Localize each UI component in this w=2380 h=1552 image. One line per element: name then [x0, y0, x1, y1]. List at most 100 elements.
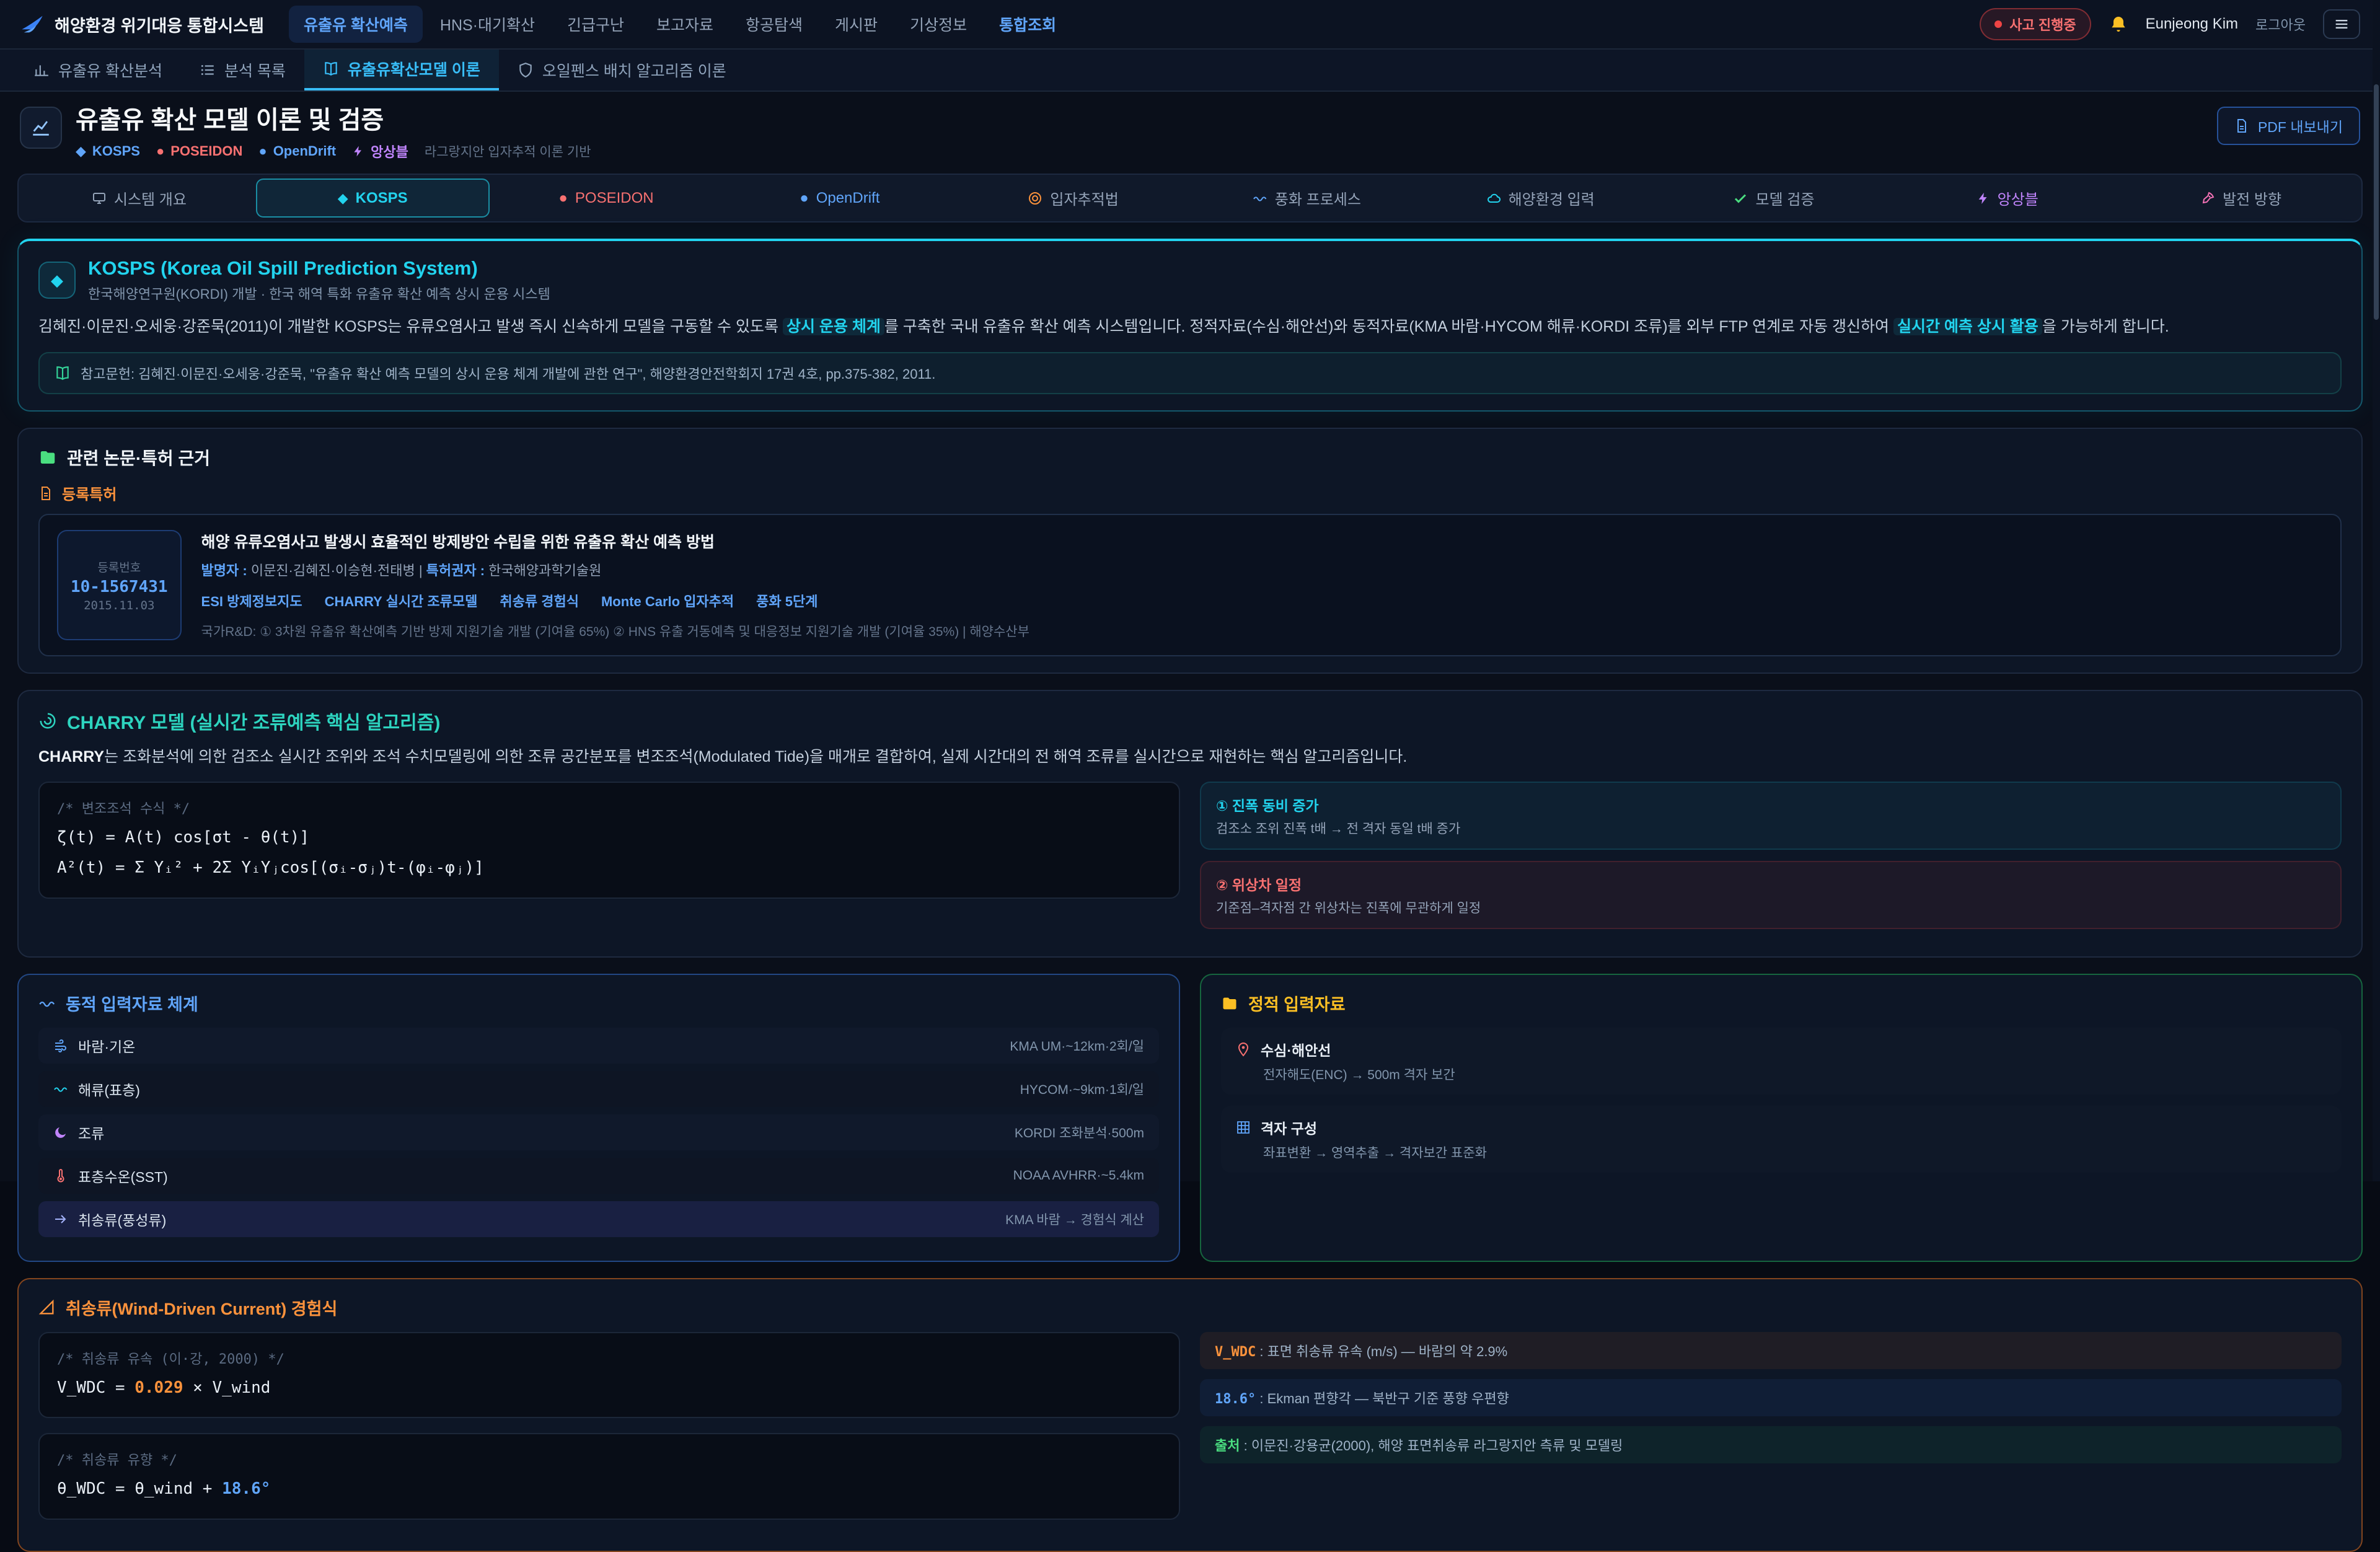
wave-icon [53, 1082, 68, 1096]
dot-icon: ● [558, 190, 568, 207]
menu-item-board[interactable]: 게시판 [820, 6, 892, 43]
main-menu: 유출유 확산예측 HNS·대기확산 긴급구난 보고자료 항공탐색 게시판 기상정… [289, 6, 1071, 43]
input-data-columns: 동적 입력자료 체계 바람·기온 KMA UM·~12km·2회/일 해류(표층… [17, 974, 2363, 1262]
tab-poseidon[interactable]: ●POSEIDON [490, 179, 723, 218]
pin-icon [1236, 1042, 1251, 1057]
registration-date: 2015.11.03 [84, 599, 154, 612]
menu-item-weather[interactable]: 기상정보 [895, 6, 982, 43]
tab-weathering-process[interactable]: 풍화 프로세스 [1190, 179, 1424, 218]
document-icon [38, 486, 53, 501]
pdf-export-button[interactable]: PDF 내보내기 [2217, 107, 2360, 145]
subtab-oil-fence-algorithm[interactable]: 오일펜스 배치 알고리즘 이론 [499, 50, 745, 90]
bolt-icon [1977, 192, 1990, 205]
monitor-icon [92, 191, 107, 206]
tab-opendrift[interactable]: ●OpenDrift [723, 179, 956, 218]
wave-icon [1253, 191, 1267, 206]
folder-icon [1221, 995, 1238, 1012]
tag-weathering-5[interactable]: 풍화 5단계 [756, 591, 818, 611]
scrollbar-thumb[interactable] [2374, 84, 2379, 320]
sub-navigation: 유출유 확산분석 분석 목록 유출유확산모델 이론 오일펜스 배치 알고리즘 이… [0, 50, 2380, 92]
pdf-button-label: PDF 내보내기 [2258, 115, 2343, 136]
chart-icon [33, 62, 50, 78]
page-content: 유출유 확산 모델 이론 및 검증 ◆KOSPS ●POSEIDON ●Open… [0, 92, 2380, 1552]
tab-ensemble[interactable]: 앙상블 [1890, 179, 2124, 218]
kosps-description: 김혜진·이문진·오세웅·강준묵(2011)이 개발한 KOSPS는 유류오염사고… [38, 314, 2342, 340]
wdc-note-angle: 18.6° : Ekman 편향각 — 북반구 기준 풍향 우편향 [1200, 1379, 2342, 1416]
dynamic-input-section: 동적 입력자료 체계 바람·기온 KMA UM·~12km·2회/일 해류(표층… [17, 974, 1180, 1262]
kosps-reference-box: 참고문헌: 김혜진·이문진·오세웅·강준묵, "유출유 확산 예측 모델의 상시… [38, 352, 2342, 394]
tag-wdc-formula[interactable]: 취송류 경험식 [500, 591, 579, 611]
badge-kosps: ◆KOSPS [76, 143, 140, 159]
wdc-speed-line: V_WDC = 0.029 × V_wind [57, 1373, 1161, 1403]
wdc-direction-line: θ_WDC = θ_wind + 18.6° [57, 1474, 1161, 1504]
app-logo[interactable]: 해양환경 위기대응 통합시스템 [20, 12, 264, 37]
highlight-always-on-system: 상시 운용 체계 [783, 318, 884, 335]
page-scrollbar[interactable] [2373, 0, 2380, 1181]
charry-callouts: ① 진폭 동비 증가 검조소 조위 진폭 t배 → 전 격자 동일 t배 증가 … [1200, 782, 2342, 940]
charry-header: CHARRY 모델 (실시간 조류예측 핵심 알고리즘) [38, 707, 2342, 734]
section-tabstrip: 시스템 개요 ◆KOSPS ●POSEIDON ●OpenDrift 입자추적법… [17, 174, 2363, 223]
logout-button[interactable]: 로그아웃 [2255, 14, 2306, 34]
tab-future-direction[interactable]: 발전 방향 [2124, 179, 2358, 218]
subtab-label: 분석 목록 [224, 59, 286, 81]
dyn-row-tide: 조류 KORDI 조화분석·500m [38, 1114, 1159, 1150]
registration-number: 10-1567431 [71, 578, 168, 596]
static-input-section: 정적 입력자료 수심·해안선 전자해도(ENC) → 500m 격자 보간 격자… [1200, 974, 2363, 1262]
charry-section: CHARRY 모델 (실시간 조류예측 핵심 알고리즘) CHARRY는 조화분… [17, 690, 2363, 958]
wdc-direction-formula: /* 취송류 유향 */ θ_WDC = θ_wind + 18.6° [38, 1433, 1180, 1519]
badge-ensemble: 앙상블 [352, 141, 408, 161]
swirl-icon [38, 712, 57, 730]
tab-particle-tracking[interactable]: 입자추적법 [956, 179, 1190, 218]
menu-item-hns-air[interactable]: HNS·대기확산 [425, 6, 550, 43]
page-header-text: 유출유 확산 모델 이론 및 검증 ◆KOSPS ●POSEIDON ●Open… [76, 107, 591, 161]
tag-charry-model[interactable]: CHARRY 실시간 조류모델 [325, 591, 478, 611]
subtab-label: 유출유 확산분석 [58, 59, 162, 81]
static-input-header: 정적 입력자료 [1221, 991, 2342, 1015]
wdc-notes: V_WDC : 표면 취송류 유속 (m/s) — 바람의 약 2.9% 18.… [1200, 1332, 2342, 1473]
subtab-label: 오일펜스 배치 알고리즘 이론 [542, 59, 726, 81]
patent-people: 발명자 : 이문진·김혜진·이승현·전태병 | 특허권자 : 한국해양과학기술원 [201, 560, 1029, 580]
menu-item-aerial-search[interactable]: 항공탐색 [731, 6, 818, 43]
menu-item-rescue[interactable]: 긴급구난 [552, 6, 639, 43]
model-badges: ◆KOSPS ●POSEIDON ●OpenDrift 앙상블 라그랑지안 입자… [76, 141, 591, 161]
dot-icon: ● [156, 143, 164, 159]
patent-title: 해양 유류오염사고 발생시 효율적인 방제방안 수립을 위한 유출유 확산 예측… [201, 530, 1029, 552]
menu-item-integrated-search[interactable]: 통합조회 [984, 6, 1071, 43]
static-item-bathymetry: 수심·해안선 전자해도(ENC) → 500m 격자 보간 [1221, 1028, 2342, 1095]
tab-model-validation[interactable]: 모델 검증 [1657, 179, 1891, 218]
subtab-analysis-list[interactable]: 분석 목록 [181, 50, 304, 90]
diamond-icon: ◆ [38, 262, 76, 299]
badge-poseidon: ●POSEIDON [156, 143, 242, 159]
dot-icon: ● [258, 143, 267, 159]
kosps-reference-text: 참고문헌: 김혜진·이문진·오세웅·강준묵, "유출유 확산 예측 모델의 상시… [81, 363, 935, 383]
dot-icon: ● [800, 190, 809, 207]
patent-tags: ESI 방제정보지도 CHARRY 실시간 조류모델 취송류 경험식 Monte… [201, 591, 1029, 611]
registration-number-label: 등록번호 [97, 558, 141, 575]
subtab-spill-analysis[interactable]: 유출유 확산분석 [15, 50, 181, 90]
hamburger-menu-icon[interactable] [2323, 9, 2360, 39]
pdf-icon [2234, 118, 2249, 133]
navbar-right: 사고 진행중 Eunjeong Kim 로그아웃 [1980, 8, 2360, 40]
subtab-label: 유출유확산모델 이론 [348, 58, 480, 80]
user-name[interactable]: Eunjeong Kim [2146, 15, 2238, 33]
menu-item-reports[interactable]: 보고자료 [641, 6, 728, 43]
tab-marine-env-input[interactable]: 해양환경 입력 [1424, 179, 1657, 218]
wdc-formulas: /* 취송류 유속 (이·강, 2000) */ V_WDC = 0.029 ×… [38, 1332, 1180, 1534]
incident-dot-icon [1994, 20, 2002, 28]
notification-bell-icon[interactable] [2109, 14, 2128, 34]
tab-system-overview[interactable]: 시스템 개요 [22, 179, 256, 218]
callout-phase: ② 위상차 일정 기준점–격자점 간 위상차는 진폭에 무관하게 일정 [1200, 861, 2342, 929]
tag-monte-carlo[interactable]: Monte Carlo 입자추적 [601, 591, 734, 611]
kosps-title: KOSPS (Korea Oil Spill Prediction System… [88, 257, 550, 280]
tag-esi-map[interactable]: ESI 방제정보지도 [201, 591, 302, 611]
kosps-titles: KOSPS (Korea Oil Spill Prediction System… [88, 257, 550, 303]
registered-patent-header: 등록특허 [38, 482, 2342, 504]
book-icon [55, 365, 71, 381]
tab-kosps[interactable]: ◆KOSPS [256, 179, 490, 218]
target-icon [1028, 191, 1042, 206]
menu-item-oil-spill-prediction[interactable]: 유출유 확산예측 [289, 6, 423, 43]
kosps-header: ◆ KOSPS (Korea Oil Spill Prediction Syst… [38, 257, 2342, 303]
subtab-diffusion-model-theory[interactable]: 유출유확산모델 이론 [304, 50, 499, 90]
callout-amplitude: ① 진폭 동비 증가 검조소 조위 진폭 t배 → 전 격자 동일 t배 증가 [1200, 782, 2342, 850]
incident-status-badge[interactable]: 사고 진행중 [1980, 8, 2091, 40]
